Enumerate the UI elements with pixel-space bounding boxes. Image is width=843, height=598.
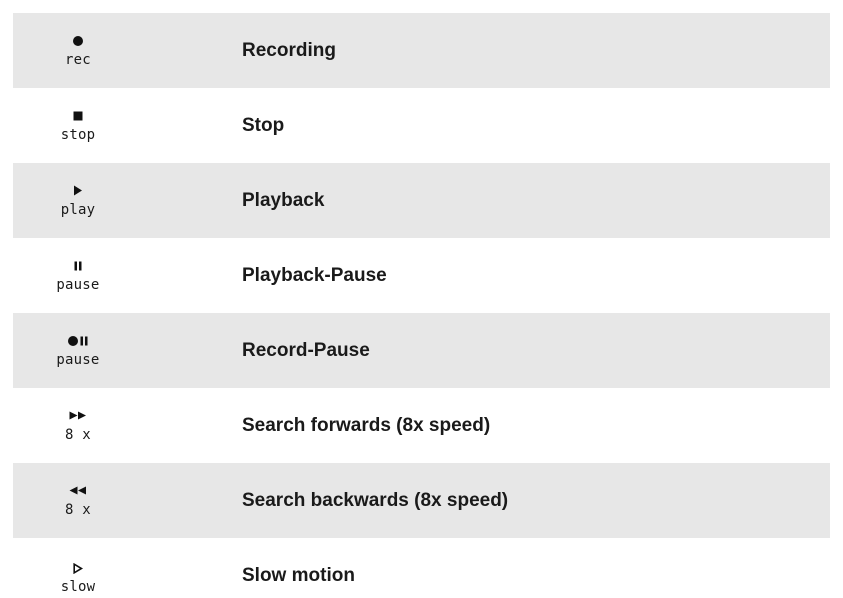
play-triangle-icon bbox=[73, 183, 83, 199]
operating-modes-table: rec Recording stop Stop play Playback pa… bbox=[13, 13, 830, 598]
mode-indicator: 8 x bbox=[13, 483, 143, 519]
mode-text: rec bbox=[65, 51, 91, 68]
row-label: Playback bbox=[242, 189, 325, 211]
mode-indicator: slow bbox=[13, 560, 143, 598]
row-label: Record-Pause bbox=[242, 339, 370, 361]
fast-forward-icon bbox=[69, 408, 87, 424]
mode-indicator: pause bbox=[13, 258, 143, 294]
mode-text: slow bbox=[60, 579, 96, 595]
row-search-backwards: 8 x Search backwards (8x speed) bbox=[13, 463, 830, 538]
mode-indicator: pause bbox=[13, 333, 143, 369]
row-recording: rec Recording bbox=[13, 13, 830, 88]
row-label: Search backwards (8x speed) bbox=[242, 489, 509, 511]
mode-text: 8 x bbox=[65, 426, 91, 443]
slow-play-outline-icon bbox=[73, 560, 83, 576]
mode-text: play bbox=[60, 201, 96, 218]
stop-square-icon bbox=[73, 108, 83, 124]
row-label: Recording bbox=[242, 39, 336, 61]
row-label: Slow motion bbox=[242, 565, 355, 586]
mode-text: 8 x bbox=[65, 501, 91, 518]
mode-indicator: play bbox=[13, 183, 143, 219]
row-record-pause: pause Record-Pause bbox=[13, 313, 830, 388]
mode-indicator: rec bbox=[13, 33, 143, 69]
row-search-forwards: 8 x Search forwards (8x speed) bbox=[13, 388, 830, 463]
record-pause-icon bbox=[67, 333, 89, 349]
row-stop: stop Stop bbox=[13, 88, 830, 163]
mode-text: pause bbox=[56, 351, 100, 368]
row-label: Playback-Pause bbox=[242, 264, 387, 286]
mode-indicator: 8 x bbox=[13, 408, 143, 444]
mode-text: stop bbox=[60, 126, 96, 143]
pause-bars-icon bbox=[74, 258, 82, 274]
mode-indicator: stop bbox=[13, 108, 143, 144]
mode-text: pause bbox=[56, 276, 100, 293]
row-label: Search forwards (8x speed) bbox=[242, 414, 491, 436]
row-slow-motion: slow Slow motion bbox=[13, 538, 830, 598]
rewind-icon bbox=[69, 483, 87, 499]
row-playback: play Playback bbox=[13, 163, 830, 238]
record-dot-icon bbox=[72, 33, 84, 49]
row-playback-pause: pause Playback-Pause bbox=[13, 238, 830, 313]
row-label: Stop bbox=[242, 114, 285, 136]
